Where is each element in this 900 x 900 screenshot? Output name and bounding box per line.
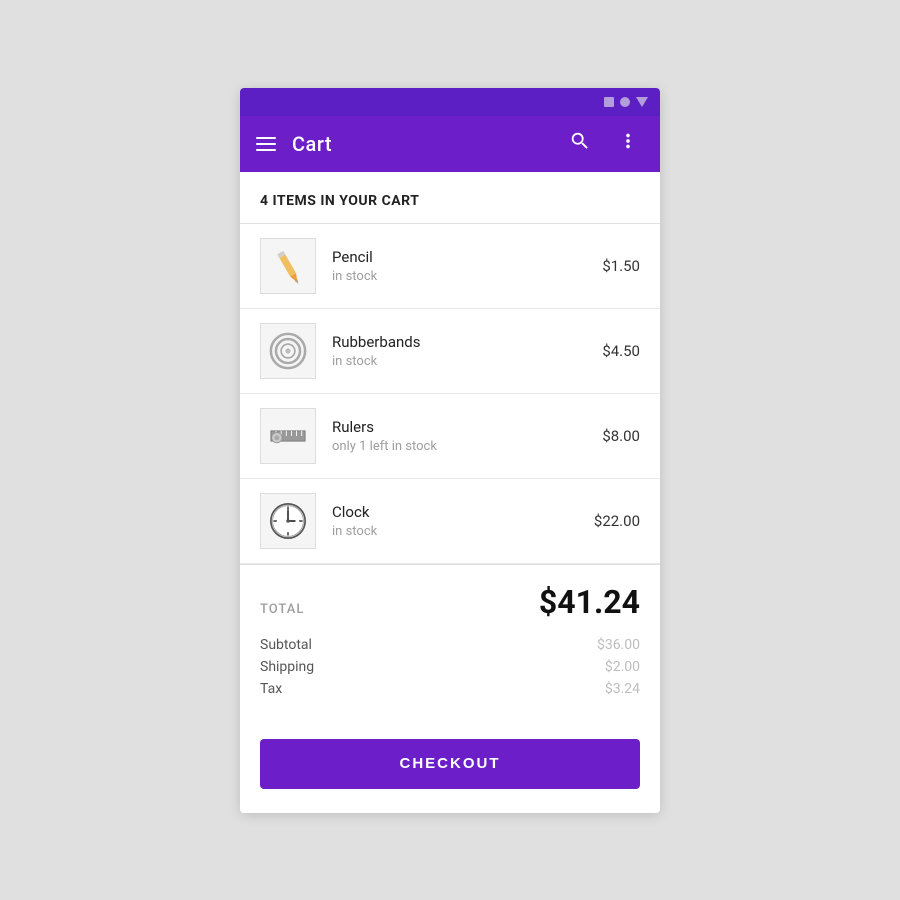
item-name-rulers: Rulers [332,418,586,436]
item-image-rulers [260,408,316,464]
item-name-clock: Clock [332,503,578,521]
tax-row: Tax $3.24 [260,681,640,697]
search-icon[interactable] [564,130,596,158]
item-image-clock [260,493,316,549]
item-name-rubberbands: Rubberbands [332,333,586,351]
item-status-rubberbands: in stock [332,354,586,369]
total-section: TOTAL $41.24 [240,564,660,621]
total-row: TOTAL $41.24 [260,583,640,621]
app-title: Cart [292,132,548,156]
item-price-pencil: $1.50 [602,257,640,275]
menu-icon[interactable] [256,137,276,151]
cart-content: 4 ITEMS IN YOUR CART Pencil [240,172,660,813]
item-info-rulers: Rulers only 1 left in stock [332,418,586,454]
item-price-rubberbands: $4.50 [602,342,640,360]
shipping-label: Shipping [260,659,314,675]
total-label: TOTAL [260,602,304,617]
subtotal-label: Subtotal [260,637,312,653]
item-status-clock: in stock [332,524,578,539]
breakdown-section: Subtotal $36.00 Shipping $2.00 Tax $3.24 [240,637,660,723]
status-square-icon [604,97,614,107]
cart-item-clock[interactable]: Clock in stock $22.00 [240,479,660,564]
phone-container: Cart 4 ITEMS IN YOUR CART [240,88,660,813]
cart-item-rubberbands[interactable]: Rubberbands in stock $4.50 [240,309,660,394]
item-image-rubberbands [260,323,316,379]
shipping-value: $2.00 [605,659,640,675]
cart-header: 4 ITEMS IN YOUR CART [240,172,660,224]
more-options-icon[interactable] [612,130,644,158]
item-image-pencil [260,238,316,294]
item-status-rulers: only 1 left in stock [332,439,586,454]
cart-header-text: 4 ITEMS IN YOUR CART [260,193,419,209]
item-info-pencil: Pencil in stock [332,248,586,284]
status-bar [240,88,660,116]
item-price-rulers: $8.00 [602,427,640,445]
cart-item-pencil[interactable]: Pencil in stock $1.50 [240,224,660,309]
item-info-clock: Clock in stock [332,503,578,539]
status-triangle-icon [636,97,648,107]
item-price-clock: $22.00 [594,512,640,530]
app-bar: Cart [240,116,660,172]
item-info-rubberbands: Rubberbands in stock [332,333,586,369]
checkout-button[interactable]: CHECKOUT [260,739,640,789]
item-name-pencil: Pencil [332,248,586,266]
tax-value: $3.24 [605,681,640,697]
subtotal-row: Subtotal $36.00 [260,637,640,653]
checkout-section: CHECKOUT [240,723,660,813]
shipping-row: Shipping $2.00 [260,659,640,675]
status-circle-icon [620,97,630,107]
tax-label: Tax [260,681,282,697]
total-amount: $41.24 [539,583,640,621]
item-status-pencil: in stock [332,269,586,284]
cart-item-rulers[interactable]: Rulers only 1 left in stock $8.00 [240,394,660,479]
subtotal-value: $36.00 [597,637,640,653]
